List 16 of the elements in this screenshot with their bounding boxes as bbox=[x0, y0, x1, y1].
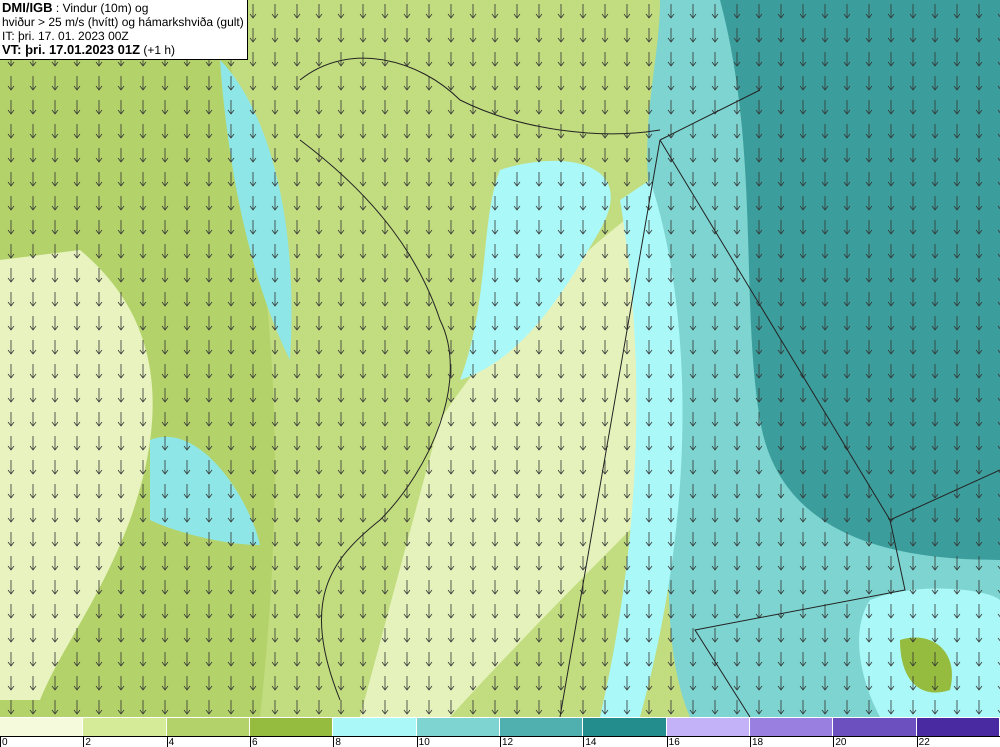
legend-tick-label: 8 bbox=[333, 737, 341, 747]
legend-tick-label: 18 bbox=[750, 737, 764, 747]
legend-tick-label: 16 bbox=[666, 737, 680, 747]
legend-tick-label: 20 bbox=[833, 737, 846, 747]
legend-tick-label: 10 bbox=[416, 737, 430, 747]
title-line: IT: þri. 17. 01. 2023 00Z bbox=[2, 29, 130, 43]
legend-tick-label: 22 bbox=[916, 737, 930, 747]
legend-tick-label: 2 bbox=[83, 737, 91, 747]
title-line: DMI/IGB : Vindur (10m) og bbox=[2, 1, 150, 15]
legend-tick-label: 12 bbox=[500, 737, 514, 747]
title-line: VT: þri. 17.01.2023 01Z (+1 h) bbox=[2, 43, 176, 57]
legend-tick-label: 0 bbox=[0, 737, 8, 747]
legend-tick-label: 4 bbox=[166, 737, 174, 747]
title-line: hviður > 25 m/s (hvítt) og hámarkshviða (gult) bbox=[2, 15, 244, 29]
legend-tick-label: 6 bbox=[250, 737, 258, 747]
legend-tick-label: 14 bbox=[583, 737, 596, 747]
